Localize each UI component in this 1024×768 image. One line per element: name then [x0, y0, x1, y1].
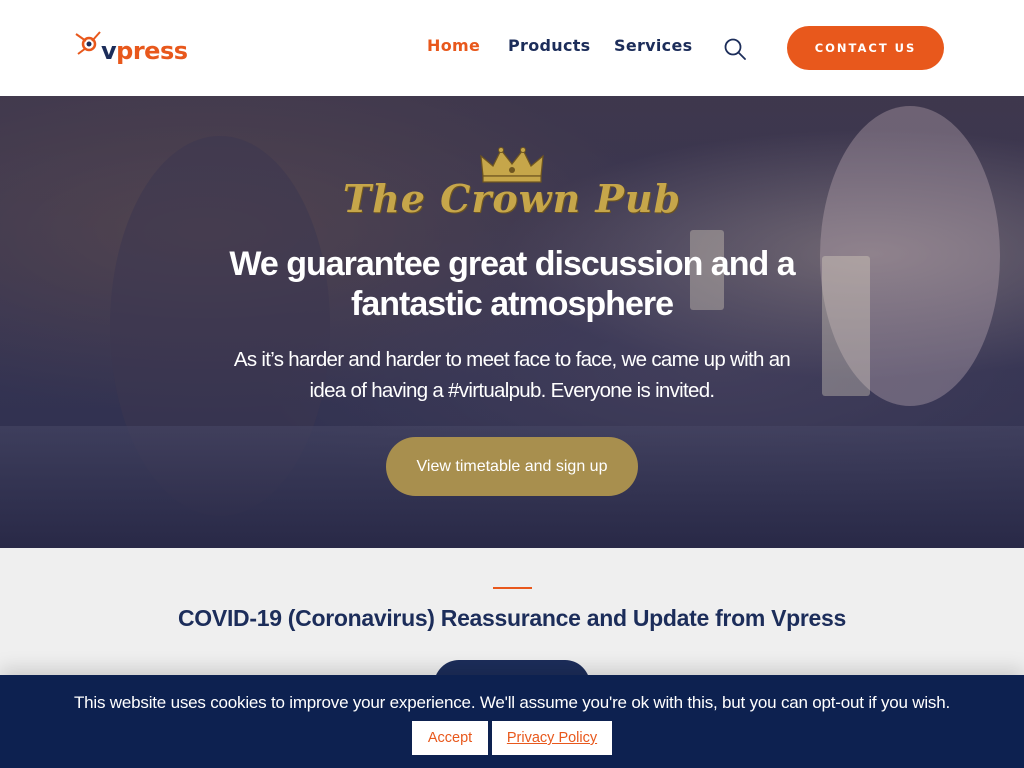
crown-pub-logo: The Crown Pub — [0, 146, 1024, 218]
nav-item-services[interactable]: Services — [614, 36, 692, 55]
cookie-accept-button[interactable]: Accept — [412, 721, 488, 755]
hero-subtitle: As it’s harder and harder to meet face t… — [233, 348, 791, 402]
view-timetable-button[interactable]: View timetable and sign up — [386, 437, 638, 496]
section-divider — [493, 587, 532, 589]
hero-banner: The Crown Pub We guarantee great discuss… — [0, 96, 1024, 548]
nav-item-home[interactable]: Home — [427, 36, 480, 55]
nav-item-products[interactable]: Products — [508, 36, 591, 55]
site-header: vpress Home Products Services CONTACT US — [0, 0, 1024, 96]
cookie-banner: This website uses cookies to improve you… — [0, 675, 1024, 768]
search-icon[interactable] — [724, 38, 746, 60]
hero-photo-glass — [822, 256, 870, 396]
pub-name: The Crown Pub — [342, 176, 682, 221]
privacy-policy-link[interactable]: Privacy Policy — [492, 721, 612, 755]
hero-title: We guarantee great discussion and a fant… — [229, 245, 795, 323]
contact-us-button[interactable]: CONTACT US — [787, 26, 944, 70]
covid-title: COVID-19 (Coronavirus) Reassurance and U… — [178, 605, 846, 631]
cookie-message: This website uses cookies to improve you… — [73, 693, 951, 712]
